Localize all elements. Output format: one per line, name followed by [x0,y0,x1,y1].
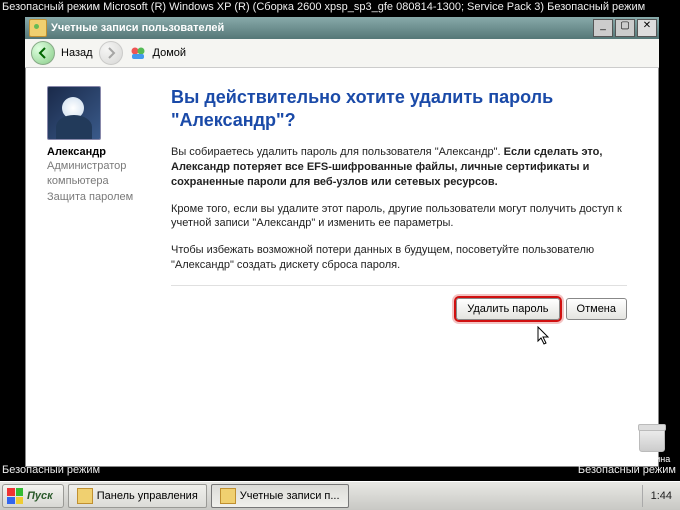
windows-flag-icon [7,488,23,504]
user-name: Александр [47,146,157,158]
start-label: Пуск [27,490,53,502]
user-role-line2: компьютера [47,174,157,188]
titlebar[interactable]: Учетные записи пользователей _ ▢ ✕ [25,17,659,39]
recycle-bin-label: Корзина [636,454,668,464]
toolbar: Назад Домой [25,39,659,68]
clock: 1:44 [651,490,672,502]
sidebar: Александр Администратор компьютера Защит… [47,86,157,320]
recycle-bin-icon [639,428,665,452]
taskbar-item-label: Панель управления [97,490,198,502]
warning-p1: Вы собираетесь удалить пароль для пользо… [171,145,627,190]
home-label[interactable]: Домой [153,47,187,59]
maximize-button[interactable]: ▢ [615,19,635,37]
warning-p3: Чтобы избежать возможной потери данных в… [171,243,627,273]
delete-password-button[interactable]: Удалить пароль [456,298,559,320]
cursor-icon [537,326,551,349]
warning-p2: Кроме того, если вы удалите этот пароль,… [171,202,627,232]
user-avatar [47,86,101,140]
system-tray[interactable]: 1:44 [642,485,680,507]
minimize-button[interactable]: _ [593,19,613,37]
user-accounts-window: Учетные записи пользователей _ ▢ ✕ Назад… [24,16,660,468]
cancel-button[interactable]: Отмена [566,298,627,320]
taskbar-item-label: Учетные записи п... [240,490,340,502]
safemode-text-top: Безопасный режим Microsoft (R) Windows X… [2,0,645,14]
safemode-text-bl: Безопасный режим [2,464,100,476]
window-icon [29,19,47,37]
home-icon[interactable] [129,44,147,62]
user-role-line1: Администратор [47,159,157,173]
taskbar-item-user-accounts[interactable]: Учетные записи п... [211,484,349,508]
page-title: Вы действительно хотите удалить пароль "… [171,86,627,131]
control-panel-icon [77,488,93,504]
start-button[interactable]: Пуск [2,484,64,508]
taskbar-item-control-panel[interactable]: Панель управления [68,484,207,508]
recycle-bin[interactable]: Корзина [636,428,668,464]
window-title: Учетные записи пользователей [51,22,593,34]
arrow-right-icon [105,47,117,59]
user-accounts-icon [220,488,236,504]
forward-button [99,41,123,65]
arrow-left-icon [37,47,49,59]
close-button[interactable]: ✕ [637,19,657,37]
safemode-text-br: Безопасный режим [578,464,676,476]
user-role-line3: Защита паролем [47,190,157,204]
back-label[interactable]: Назад [61,47,93,59]
back-button[interactable] [31,41,55,65]
taskbar: Пуск Панель управления Учетные записи п.… [0,481,680,510]
